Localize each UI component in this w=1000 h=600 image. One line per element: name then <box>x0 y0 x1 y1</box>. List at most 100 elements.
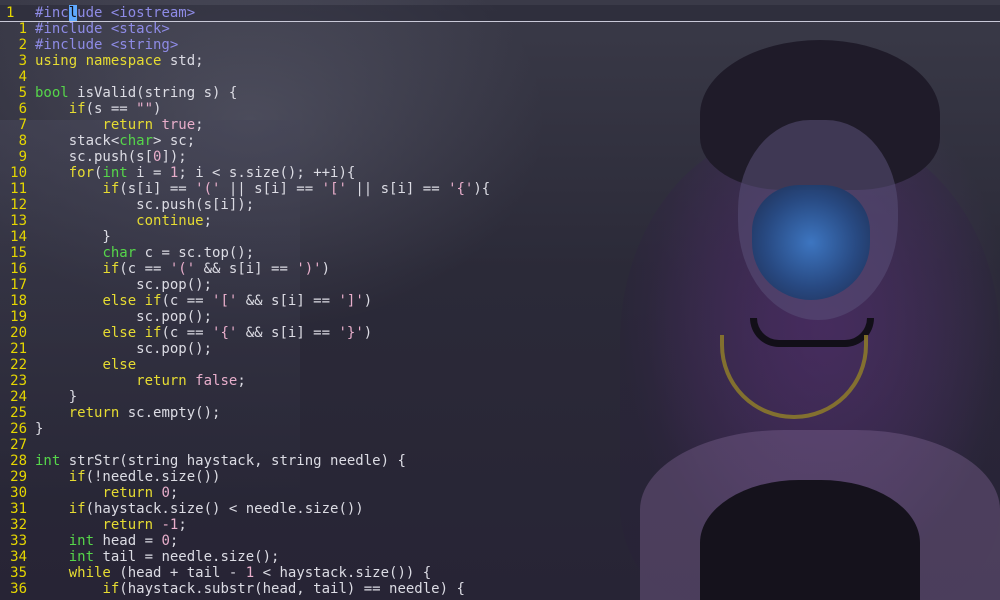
editor-line[interactable]: 35 while (head + tail - 1 < haystack.siz… <box>0 565 1000 581</box>
line-number: 11 <box>10 181 27 197</box>
code-text: } <box>35 229 111 245</box>
editor-line[interactable]: 8 stack<char> sc; <box>0 133 1000 149</box>
code-text: sc.pop(); <box>35 309 212 325</box>
code-token: ')' <box>296 261 322 277</box>
editor-line[interactable]: 36 if(haystack.substr(head, tail) == nee… <box>0 581 1000 597</box>
editor-line[interactable]: 20 else if(c == '{' && s[i] == '}') <box>0 325 1000 341</box>
code-token: isValid(string s) { <box>68 85 238 101</box>
code-token: false <box>195 373 238 389</box>
code-text: return sc.empty(); <box>35 405 221 421</box>
code-text: if(s == "") <box>35 101 162 117</box>
code-token: int <box>102 165 128 181</box>
editor-line[interactable]: 18 else if(c == '[' && s[i] == ']') <box>0 293 1000 309</box>
code-token: '[' <box>321 181 347 197</box>
editor-current-line[interactable]: 1 #include <iostream> <box>0 5 1000 22</box>
code-text: sc.push(s[i]); <box>35 197 254 213</box>
editor-line[interactable]: 10 for(int i = 1; i < s.size(); ++i){ <box>0 165 1000 181</box>
editor-line[interactable]: 23 return false; <box>0 373 1000 389</box>
code-token: (haystack.size() < needle.size()) <box>85 501 364 517</box>
editor-line[interactable]: 13 continue; <box>0 213 1000 229</box>
code-text: if(!needle.size()) <box>35 469 221 485</box>
code-token: using <box>35 53 78 69</box>
code-text: if(s[i] == '(' || s[i] == '[' || s[i] ==… <box>35 181 490 197</box>
code-text: int strStr(string haystack, string needl… <box>35 453 406 469</box>
editor-line[interactable]: 11 if(s[i] == '(' || s[i] == '[' || s[i]… <box>0 181 1000 197</box>
code-token: && s[i] == <box>195 261 297 277</box>
code-editor[interactable]: 1 #include <iostream> 1 #include <stack> 2 #i… <box>0 0 1000 600</box>
editor-line[interactable]: 1 #include <stack> <box>0 21 1000 37</box>
code-token: (haystack.substr(head, tail) == needle) … <box>119 581 465 597</box>
editor-line[interactable]: 9 sc.push(s[0]); <box>0 149 1000 165</box>
line-number: 25 <box>10 405 27 421</box>
code-text: int head = 0; <box>35 533 179 549</box>
editor-line[interactable]: 12 sc.push(s[i]); <box>0 197 1000 213</box>
editor-line[interactable]: 21 sc.pop(); <box>0 341 1000 357</box>
editor-line[interactable]: 2 #include <string> <box>0 37 1000 53</box>
code-token: else <box>102 357 137 373</box>
editor-line[interactable]: 28 int strStr(string haystack, string nee… <box>0 453 1000 469</box>
code-token: (!needle.size()) <box>85 469 221 485</box>
code-token: ) <box>363 325 373 341</box>
editor-line[interactable]: 15 char c = sc.top(); <box>0 245 1000 261</box>
line-number: 12 <box>10 197 27 213</box>
editor-line[interactable]: 4 <box>0 69 1000 85</box>
editor-line[interactable]: 19 sc.pop(); <box>0 309 1000 325</box>
editor-line[interactable]: 26} <box>0 421 1000 437</box>
code-text: sc.pop(); <box>35 277 212 293</box>
code-token: 0 <box>161 485 170 501</box>
editor-line[interactable]: 30 return 0; <box>0 485 1000 501</box>
editor-line[interactable]: 22 else <box>0 357 1000 373</box>
editor-line[interactable]: 24 } <box>0 389 1000 405</box>
editor-line[interactable]: 16 if(c == '(' && s[i] == ')') <box>0 261 1000 277</box>
code-token: return <box>102 485 154 501</box>
line-number: 32 <box>10 517 27 533</box>
code-token: '{' <box>212 325 238 341</box>
code-token: ude <iostream> <box>77 5 196 21</box>
code-text: char c = sc.top(); <box>35 245 254 261</box>
code-token: ; <box>178 517 187 533</box>
editor-line[interactable]: 34 int tail = needle.size(); <box>0 549 1000 565</box>
code-text: if(haystack.size() < needle.size()) <box>35 501 364 517</box>
code-token: i = <box>127 165 170 181</box>
code-token: ) <box>153 101 162 117</box>
editor-line[interactable]: 27 <box>0 437 1000 453</box>
editor-line[interactable]: 31 if(haystack.size() < needle.size()) <box>0 501 1000 517</box>
code-token: char <box>102 245 137 261</box>
code-token: continue <box>136 213 204 229</box>
code-text: #include <string> <box>35 37 178 53</box>
code-token: ) <box>321 261 331 277</box>
code-text: #include <iostream> <box>35 5 195 21</box>
editor-line[interactable]: 29 if(!needle.size()) <box>0 469 1000 485</box>
line-number: 14 <box>10 229 27 245</box>
code-text: return false; <box>35 373 246 389</box>
code-token: } <box>35 229 111 245</box>
editor-line[interactable]: 14 } <box>0 229 1000 245</box>
line-number: 34 <box>10 549 27 565</box>
code-token: && s[i] == <box>237 293 339 309</box>
editor-line[interactable]: 25 return sc.empty(); <box>0 405 1000 421</box>
editor-line[interactable]: 17 sc.pop(); <box>0 277 1000 293</box>
code-token: ; <box>237 373 246 389</box>
editor-line[interactable]: 7 return true; <box>0 117 1000 133</box>
editor-line[interactable]: 6 if(s == "") <box>0 101 1000 117</box>
editor-line[interactable]: 32 return -1; <box>0 517 1000 533</box>
code-text: sc.pop(); <box>35 341 212 357</box>
code-token: '(' <box>169 261 196 277</box>
code-text: } <box>35 389 77 405</box>
editor-line[interactable]: 33 int head = 0; <box>0 533 1000 549</box>
code-text: if(haystack.substr(head, tail) == needle… <box>35 581 465 597</box>
editor-line[interactable]: 5 bool isValid(string s) { <box>0 85 1000 101</box>
line-number: 6 <box>18 101 27 117</box>
code-token: char <box>119 133 154 149</box>
code-text: continue; <box>35 213 212 229</box>
editor-line[interactable]: 3 using namespace std; <box>0 53 1000 69</box>
line-number: 21 <box>10 341 27 357</box>
code-token: else <box>102 293 137 309</box>
